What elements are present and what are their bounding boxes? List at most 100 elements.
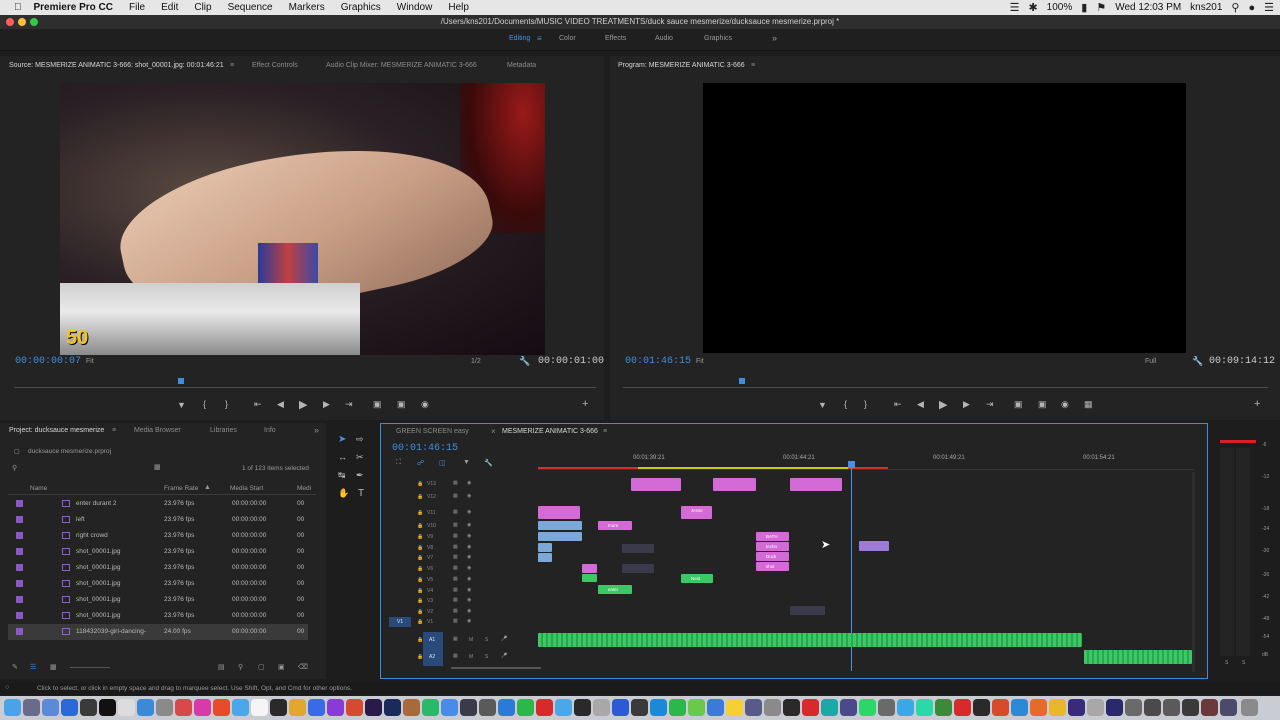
safari-icon[interactable] <box>61 699 78 716</box>
stack-icon-6[interactable] <box>1220 699 1237 716</box>
downloads-stack-icon[interactable] <box>1087 699 1104 716</box>
more-workspaces-icon[interactable]: » <box>772 33 777 43</box>
add-marker-icon[interactable]: ▼ <box>177 400 186 410</box>
timeline-clip[interactable] <box>790 478 842 491</box>
program-mark-in-icon[interactable]: { <box>844 399 847 409</box>
tab-media-browser[interactable]: Media Browser <box>134 427 181 434</box>
program-scrubber[interactable] <box>623 387 1268 388</box>
tab-effect-controls[interactable]: Effect Controls <box>252 62 298 69</box>
program-button-editor-plus-icon[interactable]: + <box>1254 398 1260 410</box>
timeline-settings-wrench-icon[interactable]: 🔧 <box>484 459 493 467</box>
export-frame-icon[interactable]: ◉ <box>421 399 429 410</box>
track-lock-icon[interactable]: 🔒 <box>417 654 423 660</box>
xcode-icon[interactable] <box>707 699 724 716</box>
hand-tool-icon[interactable]: ✋ <box>338 488 349 499</box>
tab-metadata[interactable]: Metadata <box>507 62 536 69</box>
mark-out-icon[interactable]: } <box>225 399 228 409</box>
evernote-icon[interactable] <box>422 699 439 716</box>
tab-menu-icon[interactable]: ≡ <box>230 62 234 69</box>
track-select-tool-icon[interactable]: ⇨ <box>356 434 364 445</box>
flag-icon[interactable]: ⚑ <box>1096 1 1106 14</box>
sync-lock-icon[interactable]: ▦ <box>453 554 458 560</box>
track-eye-icon[interactable]: ◉ <box>467 554 471 560</box>
find-icon[interactable]: ⚲ <box>238 663 243 671</box>
sync-lock-icon[interactable]: ▦ <box>453 653 458 659</box>
list-item[interactable]: shot_00001.jpg 23.976 fps 00:00:00:00 00 <box>8 608 308 624</box>
program-step-back-icon[interactable]: ◀ <box>917 399 924 410</box>
menubar-clock[interactable]: Wed 12:03 PM <box>1115 2 1181 13</box>
acrobat-icon[interactable] <box>802 699 819 716</box>
menu-app-name[interactable]: Premiere Pro CC <box>34 2 113 13</box>
program-timecode-current[interactable]: 00:01:46:15 <box>625 356 691 367</box>
new-item-icon[interactable]: ▣ <box>278 663 285 671</box>
extract-icon[interactable]: ▣ <box>1038 399 1047 410</box>
trash-icon[interactable] <box>1241 699 1258 716</box>
icon-view-icon[interactable]: ▦ <box>50 663 57 671</box>
sync-lock-icon[interactable]: ▦ <box>453 576 458 582</box>
overwrite-icon[interactable]: ▣ <box>397 399 406 410</box>
activity-monitor-icon[interactable] <box>479 699 496 716</box>
timeline-add-marker-icon[interactable]: ▼ <box>463 459 470 466</box>
mark-in-icon[interactable]: { <box>203 399 206 409</box>
step-back-icon[interactable]: ◀ <box>277 399 284 410</box>
timeline-clip[interactable] <box>538 506 580 519</box>
audio-clip-a2[interactable] <box>1084 650 1192 664</box>
clear-trash-icon[interactable]: ⌫ <box>298 663 308 671</box>
source-scrubber[interactable] <box>14 387 596 388</box>
app-store-icon[interactable] <box>137 699 154 716</box>
track-lock-icon[interactable]: 🔒 <box>417 619 423 625</box>
timeline-clip[interactable] <box>582 574 597 582</box>
track-lock-icon[interactable]: 🔒 <box>417 494 423 500</box>
go-to-in-icon[interactable]: ⇤ <box>254 399 262 410</box>
voice-over-mic-icon[interactable]: 🎤 <box>501 636 507 642</box>
workspace-effects[interactable]: Effects <box>605 35 626 42</box>
program-mark-out-icon[interactable]: } <box>864 399 867 409</box>
chat-icon[interactable] <box>1011 699 1028 716</box>
sync-lock-icon[interactable]: ▦ <box>453 618 458 624</box>
sync-lock-icon[interactable]: ▦ <box>453 522 458 528</box>
timeline-clip[interactable] <box>790 606 825 615</box>
track-lock-icon[interactable]: 🔒 <box>417 510 423 516</box>
media-encoder-icon[interactable] <box>840 699 857 716</box>
blender-icon[interactable] <box>1030 699 1047 716</box>
go-to-out-icon[interactable]: ⇥ <box>345 399 353 410</box>
plex-icon[interactable] <box>1049 699 1066 716</box>
after-effects-icon[interactable] <box>327 699 344 716</box>
tab-info[interactable]: Info <box>264 427 276 434</box>
unity-icon[interactable] <box>878 699 895 716</box>
itunes-icon[interactable] <box>194 699 211 716</box>
mail-icon[interactable] <box>498 699 515 716</box>
solo-icon[interactable]: S <box>485 654 488 660</box>
track-lock-icon[interactable]: 🔒 <box>417 481 423 487</box>
track-eye-icon[interactable]: ◉ <box>467 618 471 624</box>
bluetooth-icon[interactable]: ✱ <box>1028 1 1037 14</box>
new-bin-icon[interactable]: ▢ <box>258 663 265 671</box>
list-item[interactable]: shot_00001.jpg 23.976 fps 00:00:00:00 00 <box>8 544 308 560</box>
playhead-handle[interactable] <box>848 461 855 468</box>
tab-audio-clip-mixer[interactable]: Audio Clip Mixer: MESMERIZE ANIMATIC 3-6… <box>326 62 477 69</box>
list-item-selected[interactable]: 118432039-girl-dancing- 24.00 fps 00:00:00… <box>8 624 308 640</box>
voice-over-mic-icon[interactable]: 🎤 <box>501 653 507 659</box>
maps-icon[interactable] <box>669 699 686 716</box>
excel-icon[interactable] <box>935 699 952 716</box>
chrome-icon[interactable] <box>289 699 306 716</box>
project-tab-menu-icon[interactable]: ≡ <box>112 427 116 434</box>
timeline-clip[interactable] <box>582 564 597 573</box>
tab-mesmerize-animatic[interactable]: MESMERIZE ANIMATIC 3-666 <box>502 428 598 435</box>
messages-icon[interactable] <box>232 699 249 716</box>
audio-clip-a1[interactable] <box>538 633 1082 647</box>
tab-program[interactable]: Program: MESMERIZE ANIMATIC 3-666 <box>618 62 745 69</box>
track-lock-icon[interactable]: 🔒 <box>417 577 423 583</box>
tab-project[interactable]: Project: ducksauce mesmerize <box>9 427 104 434</box>
timeline-horizontal-scrollbar[interactable] <box>451 667 541 669</box>
timeline-clip[interactable] <box>622 564 654 573</box>
photoshop-icon[interactable] <box>384 699 401 716</box>
steam-icon[interactable] <box>631 699 648 716</box>
photos-icon[interactable] <box>213 699 230 716</box>
battery-icon[interactable]: ▮ <box>1081 1 1087 14</box>
track-eye-icon[interactable]: ◉ <box>467 565 471 571</box>
column-media-duration[interactable]: Medi <box>297 485 311 492</box>
spotlight-search-icon[interactable]: ⚲ <box>1231 1 1239 14</box>
calendar-icon[interactable] <box>251 699 268 716</box>
notes-icon[interactable] <box>118 699 135 716</box>
